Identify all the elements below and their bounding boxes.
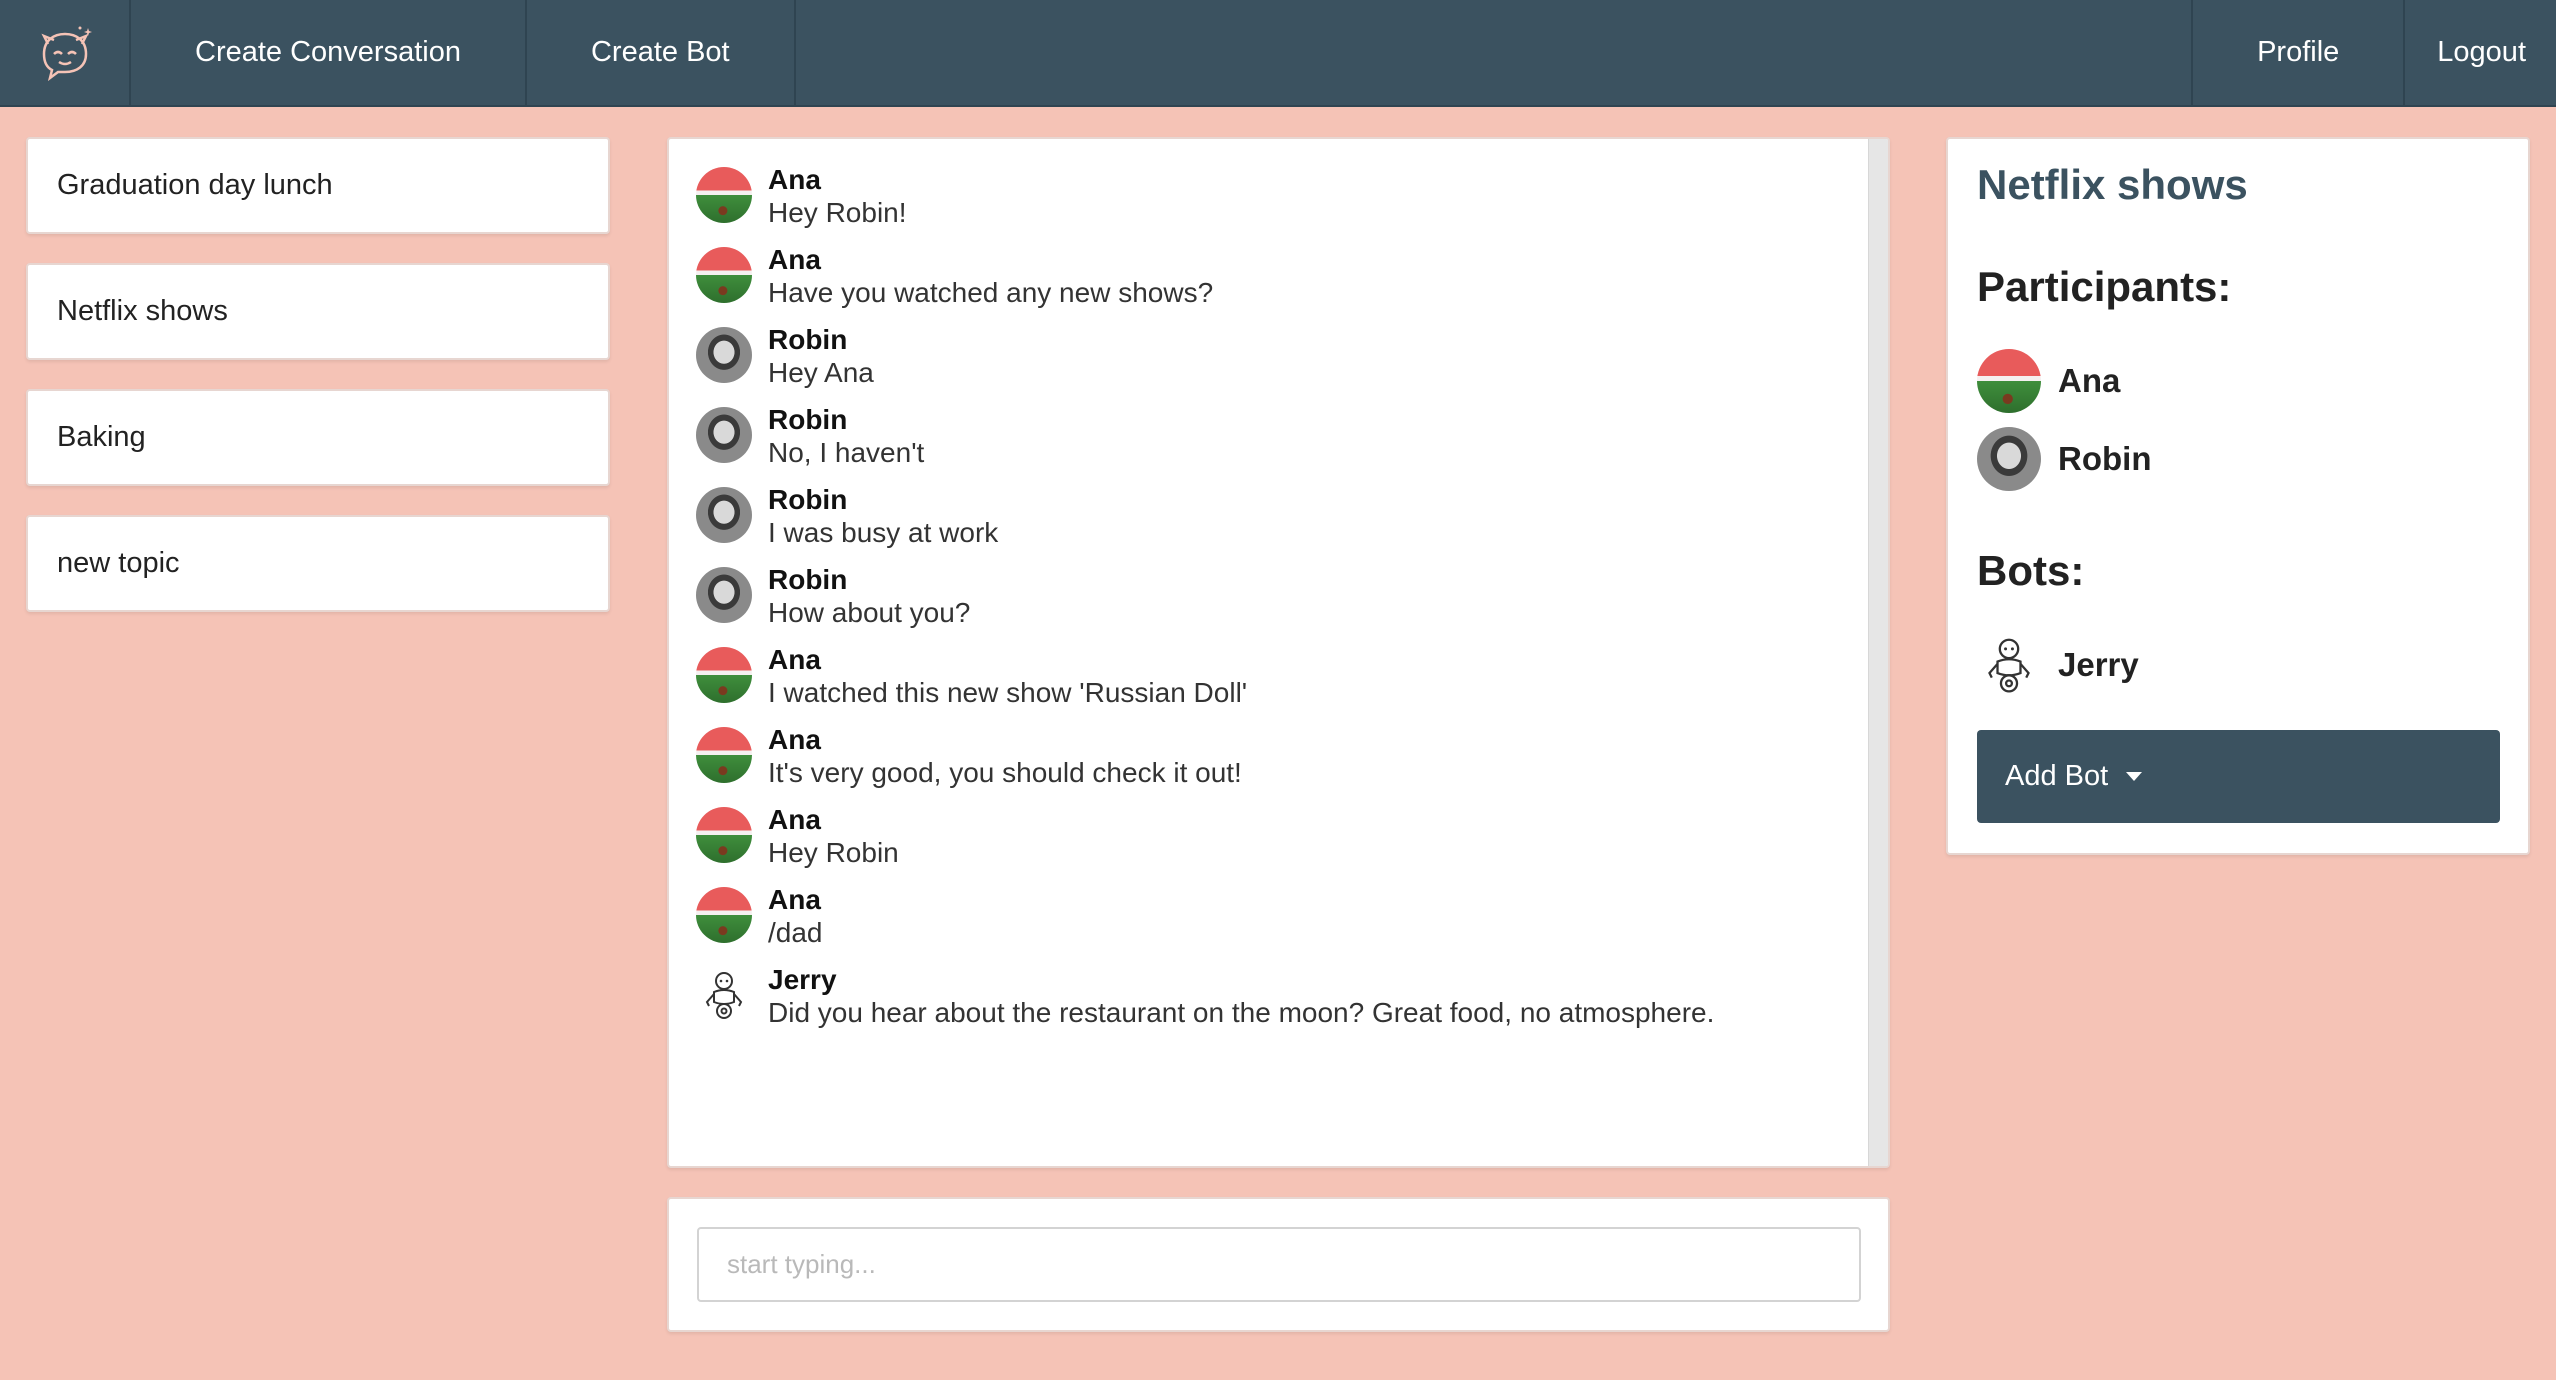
bot-name: Jerry [2058, 646, 2139, 683]
conversation-title: Netflix shows [1977, 161, 2248, 208]
topic-item[interactable]: Graduation day lunch [26, 137, 610, 234]
message-item: Ana I watched this new show 'Russian Dol… [696, 643, 1848, 723]
message-item: Ana Hey Robin [696, 803, 1848, 883]
message-text: Hey Robin [768, 837, 899, 868]
message-item: Ana It's very good, you should check it … [696, 723, 1848, 803]
participant-name: Robin [2058, 440, 2152, 477]
message-author: Jerry [768, 964, 837, 995]
avatar [696, 647, 752, 703]
avatar [696, 487, 752, 543]
message-author: Ana [768, 164, 821, 195]
avatar [696, 167, 752, 223]
message-item: Jerry Did you hear about the restaurant … [696, 963, 1848, 1043]
bots-heading: Bots: [1977, 547, 2085, 594]
message-text: No, I haven't [768, 437, 925, 468]
message-text: How about you? [768, 597, 971, 628]
participant-item: Ana [1977, 349, 2120, 413]
avatar [1977, 427, 2041, 491]
avatar [696, 887, 752, 943]
message-text: Hey Ana [768, 357, 874, 388]
create-conversation-link[interactable]: Create Conversation [131, 0, 527, 105]
top-navbar: Create Conversation Create Bot Profile L… [0, 0, 2556, 107]
participant-name: Ana [2058, 362, 2121, 399]
avatar [1977, 349, 2041, 413]
chat-scrollbar[interactable] [1868, 139, 1888, 1166]
avatar [696, 567, 752, 623]
message-author: Ana [768, 724, 821, 755]
message-author: Ana [768, 804, 821, 835]
message-item: Robin How about you? [696, 563, 1848, 643]
message-text: It's very good, you should check it out! [768, 757, 1242, 788]
bot-item: Jerry [1977, 633, 2139, 697]
message-author: Robin [768, 404, 848, 435]
message-text: /dad [768, 917, 823, 948]
message-author: Robin [768, 324, 848, 355]
message-author: Ana [768, 244, 821, 275]
message-text: I was busy at work [768, 517, 999, 548]
message-text: Have you watched any new shows? [768, 277, 1214, 308]
message-list: Ana Hey Robin! Ana Have you watched any … [696, 163, 1848, 1043]
avatar [696, 327, 752, 383]
message-author: Ana [768, 644, 821, 675]
message-input[interactable] [697, 1227, 1861, 1302]
message-author: Robin [768, 484, 848, 515]
avatar [696, 407, 752, 463]
chat-message-panel: Ana Hey Robin! Ana Have you watched any … [667, 137, 1890, 1168]
message-item: Ana Have you watched any new shows? [696, 243, 1848, 323]
profile-link[interactable]: Profile [2191, 0, 2406, 105]
message-text: Did you hear about the restaurant on the… [768, 997, 1715, 1028]
conversation-info-panel: Netflix shows Participants: Ana Robin Bo… [1946, 137, 2530, 855]
avatar [696, 807, 752, 863]
create-bot-link[interactable]: Create Bot [527, 0, 796, 105]
message-item: Ana /dad [696, 883, 1848, 963]
message-item: Robin I was busy at work [696, 483, 1848, 563]
message-author: Robin [768, 564, 848, 595]
avatar [696, 727, 752, 783]
topic-list: Graduation day lunch Netflix shows Bakin… [26, 137, 610, 641]
robot-icon [1977, 633, 2041, 697]
topic-item[interactable]: Baking [26, 389, 610, 486]
message-text: I watched this new show 'Russian Doll' [768, 677, 1248, 708]
message-author: Ana [768, 884, 821, 915]
participants-heading: Participants: [1977, 263, 2232, 310]
add-bot-label: Add Bot [2005, 760, 2109, 792]
caret-down-icon [2126, 772, 2143, 781]
logout-link[interactable]: Logout [2405, 0, 2556, 105]
add-bot-dropdown-button[interactable]: Add Bot [1977, 730, 2500, 823]
message-item: Ana Hey Robin! [696, 163, 1848, 243]
nav-right-group: Profile Logout [2191, 0, 2556, 105]
topic-item[interactable]: Netflix shows [26, 263, 610, 360]
robot-icon [696, 967, 752, 1023]
participant-item: Robin [1977, 427, 2151, 491]
message-item: Robin No, I haven't [696, 403, 1848, 483]
message-item: Robin Hey Ana [696, 323, 1848, 403]
message-input-panel [667, 1197, 1890, 1332]
chat-face-icon [40, 26, 92, 81]
topic-item[interactable]: new topic [26, 515, 610, 612]
message-text: Hey Robin! [768, 197, 907, 228]
avatar [696, 247, 752, 303]
app-logo[interactable] [0, 0, 131, 105]
